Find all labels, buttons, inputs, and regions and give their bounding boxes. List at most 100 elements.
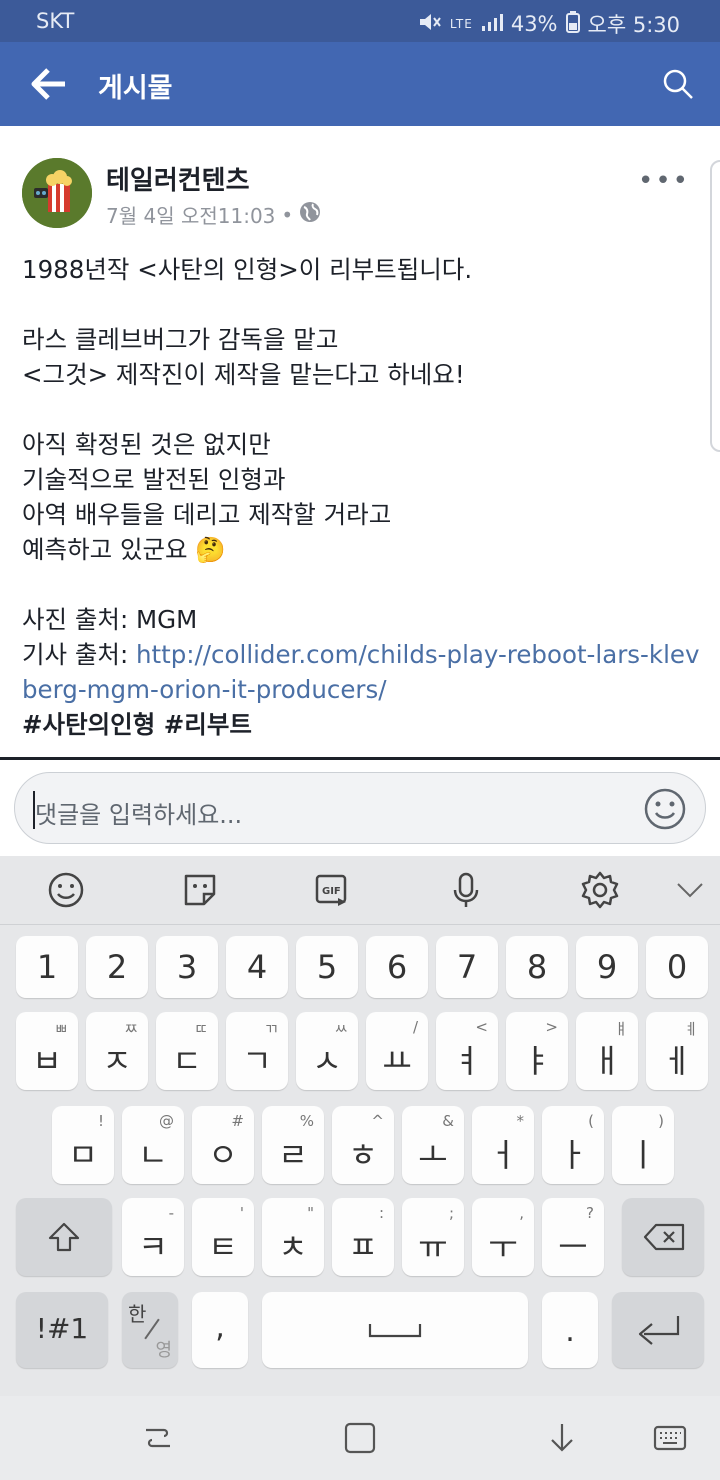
- key-number[interactable]: 4: [226, 936, 288, 998]
- key-letter[interactable]: ㅜ,: [472, 1198, 534, 1276]
- key-number[interactable]: 5: [296, 936, 358, 998]
- key-letter[interactable]: ㅇ #: [192, 1106, 254, 1184]
- key-letter[interactable]: ㅠ;: [402, 1198, 464, 1276]
- keyboard-switch-icon[interactable]: [652, 1420, 688, 1456]
- key-letter[interactable]: ㅂㅃ: [16, 1012, 78, 1090]
- key-letter[interactable]: ㅊ ": [262, 1198, 324, 1276]
- key-label: ㄱ: [242, 1042, 272, 1080]
- key-letter[interactable]: ㅍ:: [332, 1198, 394, 1276]
- key-label: ㅔ: [662, 1042, 692, 1080]
- battery-percent: 43%: [510, 12, 558, 36]
- key-label: ㅋ: [138, 1228, 168, 1266]
- post-line-source: 기사 출처: http://collider.com/childs-play-r…: [22, 637, 702, 707]
- mute-icon: [418, 11, 442, 38]
- key-label: ㅈ: [102, 1042, 132, 1080]
- comma-key[interactable]: ,: [192, 1292, 248, 1368]
- post-author[interactable]: 테일러컨텐츠: [106, 160, 250, 197]
- backspace-icon: [642, 1222, 686, 1256]
- key-letter[interactable]: ㅈㅉ: [86, 1012, 148, 1090]
- backspace-key[interactable]: [622, 1198, 704, 1276]
- key-label: ㄹ: [278, 1136, 308, 1174]
- key-label: ㄷ: [172, 1042, 202, 1080]
- key-sublabel: !: [97, 1112, 104, 1130]
- key-number[interactable]: 0: [646, 936, 708, 998]
- key-sublabel: ㅒ: [614, 1020, 628, 1038]
- key-label: ㅁ: [68, 1136, 98, 1174]
- key-sublabel: ": [307, 1204, 314, 1222]
- key-sublabel: &: [442, 1112, 454, 1130]
- key-label: ㅑ: [522, 1042, 552, 1080]
- enter-key[interactable]: [612, 1292, 704, 1368]
- key-sublabel: ): [658, 1112, 664, 1130]
- post-line: 라스 클레브버그가 감독을 맡고: [22, 325, 339, 354]
- key-letter[interactable]: ㅑ >: [506, 1012, 568, 1090]
- home-icon[interactable]: [342, 1420, 378, 1456]
- key-letter[interactable]: ㄴ @: [122, 1106, 184, 1184]
- key-number[interactable]: 6: [366, 936, 428, 998]
- hide-keyboard-icon[interactable]: [544, 1420, 580, 1456]
- shift-key[interactable]: [16, 1198, 112, 1276]
- chevron-down-icon[interactable]: [670, 870, 710, 910]
- key-label: 0: [666, 948, 688, 986]
- key-letter[interactable]: ㅋ-: [122, 1198, 184, 1276]
- key-letter[interactable]: ㄹ%: [262, 1106, 324, 1184]
- key-sublabel: *: [516, 1112, 525, 1130]
- key-label: ㅐ: [592, 1042, 622, 1080]
- key-label: !#1: [35, 1312, 89, 1345]
- key-number[interactable]: 1: [16, 936, 78, 998]
- space-key[interactable]: [262, 1292, 528, 1368]
- symbols-key[interactable]: !#1: [16, 1292, 108, 1368]
- more-options-icon[interactable]: •••: [638, 166, 690, 196]
- comment-input[interactable]: 댓글을 입력하세요...: [14, 772, 706, 844]
- avatar[interactable]: [22, 158, 92, 228]
- search-icon[interactable]: [662, 68, 694, 100]
- key-letter[interactable]: ㅔㅖ: [646, 1012, 708, 1090]
- key-label: ㅏ: [558, 1136, 588, 1174]
- battery-icon: [565, 10, 580, 38]
- key-sublabel: %: [299, 1112, 314, 1130]
- gear-icon[interactable]: [580, 870, 620, 910]
- key-letter[interactable]: ㅛ /: [366, 1012, 428, 1090]
- globe-icon: [299, 201, 321, 228]
- back-arrow-icon[interactable]: [30, 66, 70, 102]
- key-letter[interactable]: ㅁ!: [52, 1106, 114, 1184]
- key-number[interactable]: 8: [506, 936, 568, 998]
- key-letter[interactable]: ㅅㅆ: [296, 1012, 358, 1090]
- key-number[interactable]: 2: [86, 936, 148, 998]
- microphone-icon[interactable]: [446, 870, 486, 910]
- key-letter[interactable]: ㅌ ': [192, 1198, 254, 1276]
- key-letter[interactable]: ㄷㄸ: [156, 1012, 218, 1090]
- gif-icon[interactable]: GIF: [312, 870, 352, 910]
- key-label: ㅅ: [312, 1042, 342, 1080]
- period-key[interactable]: .: [542, 1292, 598, 1368]
- key-letter[interactable]: ㅗ &: [402, 1106, 464, 1184]
- key-letter[interactable]: ㄱㄲ: [226, 1012, 288, 1090]
- post-date[interactable]: 7월 4일 오전11:03: [106, 200, 275, 229]
- signal-icon: [481, 12, 503, 37]
- emoji-icon[interactable]: [643, 787, 687, 831]
- emoji-icon[interactable]: [46, 870, 86, 910]
- key-letter[interactable]: ㅕ <: [436, 1012, 498, 1090]
- key-letter[interactable]: ㅐㅒ: [576, 1012, 638, 1090]
- key-number[interactable]: 9: [576, 936, 638, 998]
- key-sublabel: <: [475, 1018, 488, 1036]
- key-letter[interactable]: ㅡ?: [542, 1198, 604, 1276]
- key-label: ㅜ: [488, 1228, 518, 1266]
- key-letter[interactable]: ㅏ(: [542, 1106, 604, 1184]
- status-bar: SKT LTE 43% 오후 5:30: [0, 0, 720, 42]
- key-label: ㅛ: [382, 1042, 412, 1080]
- language-key[interactable]: 한영: [122, 1292, 178, 1368]
- key-letter[interactable]: ㅓ *: [472, 1106, 534, 1184]
- key-number[interactable]: 3: [156, 936, 218, 998]
- meta-separator: •: [281, 202, 294, 227]
- post-hashtags[interactable]: #사탄의인형 #리부트: [22, 707, 702, 742]
- key-letter[interactable]: ㅎ ^: [332, 1106, 394, 1184]
- key-sublabel: ': [239, 1204, 244, 1222]
- key-label: ,: [215, 1310, 225, 1345]
- key-letter[interactable]: ㅣ): [612, 1106, 674, 1184]
- sticker-icon[interactable]: [180, 870, 220, 910]
- app-header: 게시물: [0, 42, 720, 126]
- key-number[interactable]: 7: [436, 936, 498, 998]
- recent-apps-icon[interactable]: [140, 1420, 176, 1456]
- key-label: 2: [106, 948, 128, 986]
